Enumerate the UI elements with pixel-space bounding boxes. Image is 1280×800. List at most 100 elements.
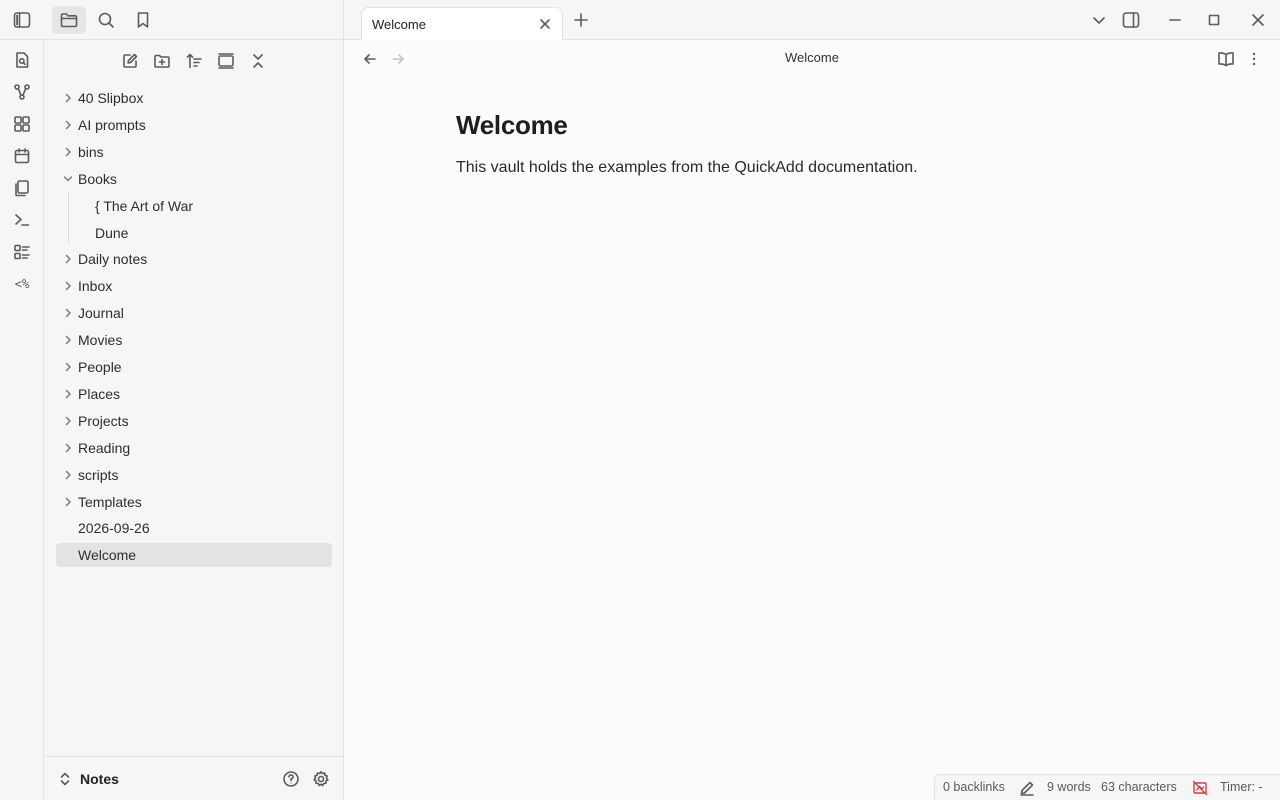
maximize-button[interactable] (1201, 8, 1227, 32)
maximize-icon (1208, 14, 1220, 26)
tree-item-label: Welcome (78, 547, 137, 564)
auto-reveal-icon (218, 53, 234, 69)
tree-item-label: People (78, 359, 122, 375)
gear-icon (313, 771, 329, 787)
tree-file[interactable]: { The Art of War (56, 194, 332, 218)
document[interactable]: Welcome This vault holds the examples fr… (456, 110, 1156, 177)
tree-folder[interactable]: Movies (56, 328, 332, 352)
status-bar: 0 backlinks 9 words 63 characters Timer:… (934, 774, 1280, 800)
reading-view-button[interactable] (1214, 47, 1238, 71)
tree-folder[interactable]: People (56, 355, 332, 379)
tree-file[interactable]: 2026-09-26 (56, 516, 332, 540)
document-paragraph: This vault holds the examples from the Q… (456, 159, 918, 176)
folder-icon (60, 13, 78, 28)
tree-folder[interactable]: bins (56, 140, 332, 164)
vault-name: Notes (80, 771, 119, 787)
document-heading: Welcome (456, 110, 568, 140)
tree-item-label: Movies (78, 332, 123, 349)
sidebar-toggle-button[interactable] (5, 6, 39, 34)
timer-status[interactable]: Timer: - (1220, 780, 1263, 794)
tree-folder[interactable]: scripts (56, 463, 332, 487)
more-vertical-icon (1252, 52, 1256, 66)
new-tab-button[interactable] (568, 8, 594, 32)
tab-close-button[interactable] (536, 15, 554, 33)
tree-folder[interactable]: Projects (56, 409, 332, 433)
chevron-right-icon (58, 303, 78, 323)
templates-icon (15, 180, 29, 197)
tree-folder[interactable]: Books (56, 167, 332, 191)
close-icon (540, 19, 550, 29)
vault-bar: Notes (44, 756, 344, 800)
chevron-right-icon (58, 88, 78, 108)
tab-list-button[interactable] (1086, 8, 1112, 32)
search-tab-button[interactable] (89, 6, 123, 34)
tab-welcome[interactable]: Welcome (361, 7, 563, 40)
chevron-right-icon (58, 330, 78, 350)
tree-folder[interactable]: 40 Slipbox (56, 86, 332, 110)
auto-reveal-button[interactable] (212, 48, 240, 74)
tree-folder[interactable]: Journal (56, 301, 332, 325)
chevron-right-icon (58, 384, 78, 404)
tree-folder[interactable]: Inbox (56, 274, 332, 298)
search-icon (98, 12, 114, 28)
graph-view-button[interactable] (8, 78, 36, 106)
tree-folder[interactable]: AI prompts (56, 113, 332, 137)
more-options-button[interactable] (1242, 47, 1266, 71)
command-palette-button[interactable] (8, 206, 36, 234)
chevron-right-icon (58, 411, 78, 431)
tree-folder[interactable]: Daily notes (56, 247, 332, 271)
open-quick-switcher-icon (16, 52, 29, 68)
tree-item-label: 40 Slipbox (78, 90, 144, 106)
chevron-right-icon (58, 357, 78, 377)
templater-button[interactable]: <% (8, 270, 36, 298)
chevron-right-icon (58, 492, 78, 512)
tree-file[interactable]: Welcome (56, 543, 332, 568)
tab-bar: Welcome (344, 0, 1280, 40)
canvas-button[interactable] (8, 110, 36, 138)
tree-file[interactable]: Dune (56, 221, 332, 245)
right-sidebar-toggle-button[interactable] (1118, 8, 1144, 32)
word-count: 9 words (1047, 780, 1091, 794)
tree-item-label: Places (78, 385, 121, 402)
tree-item-label: Reading (78, 439, 131, 456)
tree-item-label: 2026-09-26 (78, 520, 150, 537)
backlinks-count[interactable]: 0 backlinks (943, 780, 1005, 794)
minimize-button[interactable] (1162, 8, 1188, 32)
file-explorer-actions (44, 40, 344, 82)
tree-item-label: bins (78, 143, 104, 160)
bookmarks-tab-button[interactable] (126, 6, 160, 34)
outline-icon (14, 244, 30, 260)
chevron-right-icon (58, 115, 78, 135)
edit-mode-icon[interactable] (1019, 780, 1035, 796)
new-folder-button[interactable] (148, 48, 176, 74)
tree-folder[interactable]: Reading (56, 436, 332, 460)
command-palette-icon (15, 214, 30, 226)
tab-title: Welcome (372, 16, 426, 32)
sidebar-toggle-icon (13, 12, 31, 28)
book-open-icon (1218, 52, 1234, 67)
tree-item-label: Books (78, 170, 117, 187)
templates-button[interactable] (8, 174, 36, 202)
outline-button[interactable] (8, 238, 36, 266)
daily-note-button[interactable] (8, 142, 36, 170)
tree-folder[interactable]: Templates (56, 490, 332, 514)
sync-error-icon[interactable] (1192, 780, 1208, 796)
collapse-all-button[interactable] (244, 48, 272, 74)
tree-item-label: Daily notes (78, 251, 148, 268)
bookmark-icon (137, 12, 149, 28)
daily-note-icon (14, 148, 30, 164)
tree-folder[interactable]: Places (56, 382, 332, 406)
new-note-button[interactable] (116, 48, 144, 74)
tree-item-label: Journal (78, 305, 124, 322)
close-window-button[interactable] (1245, 8, 1271, 32)
quick-switcher-button[interactable] (8, 46, 36, 74)
vault-switcher[interactable]: Notes (58, 767, 119, 791)
file-explorer-tab-button[interactable] (52, 6, 86, 34)
settings-button[interactable] (309, 767, 333, 791)
editor-pane: Welcome Welcome This vault holds the exa… (344, 40, 1280, 800)
sort-button[interactable] (180, 48, 208, 74)
help-button[interactable] (279, 767, 303, 791)
